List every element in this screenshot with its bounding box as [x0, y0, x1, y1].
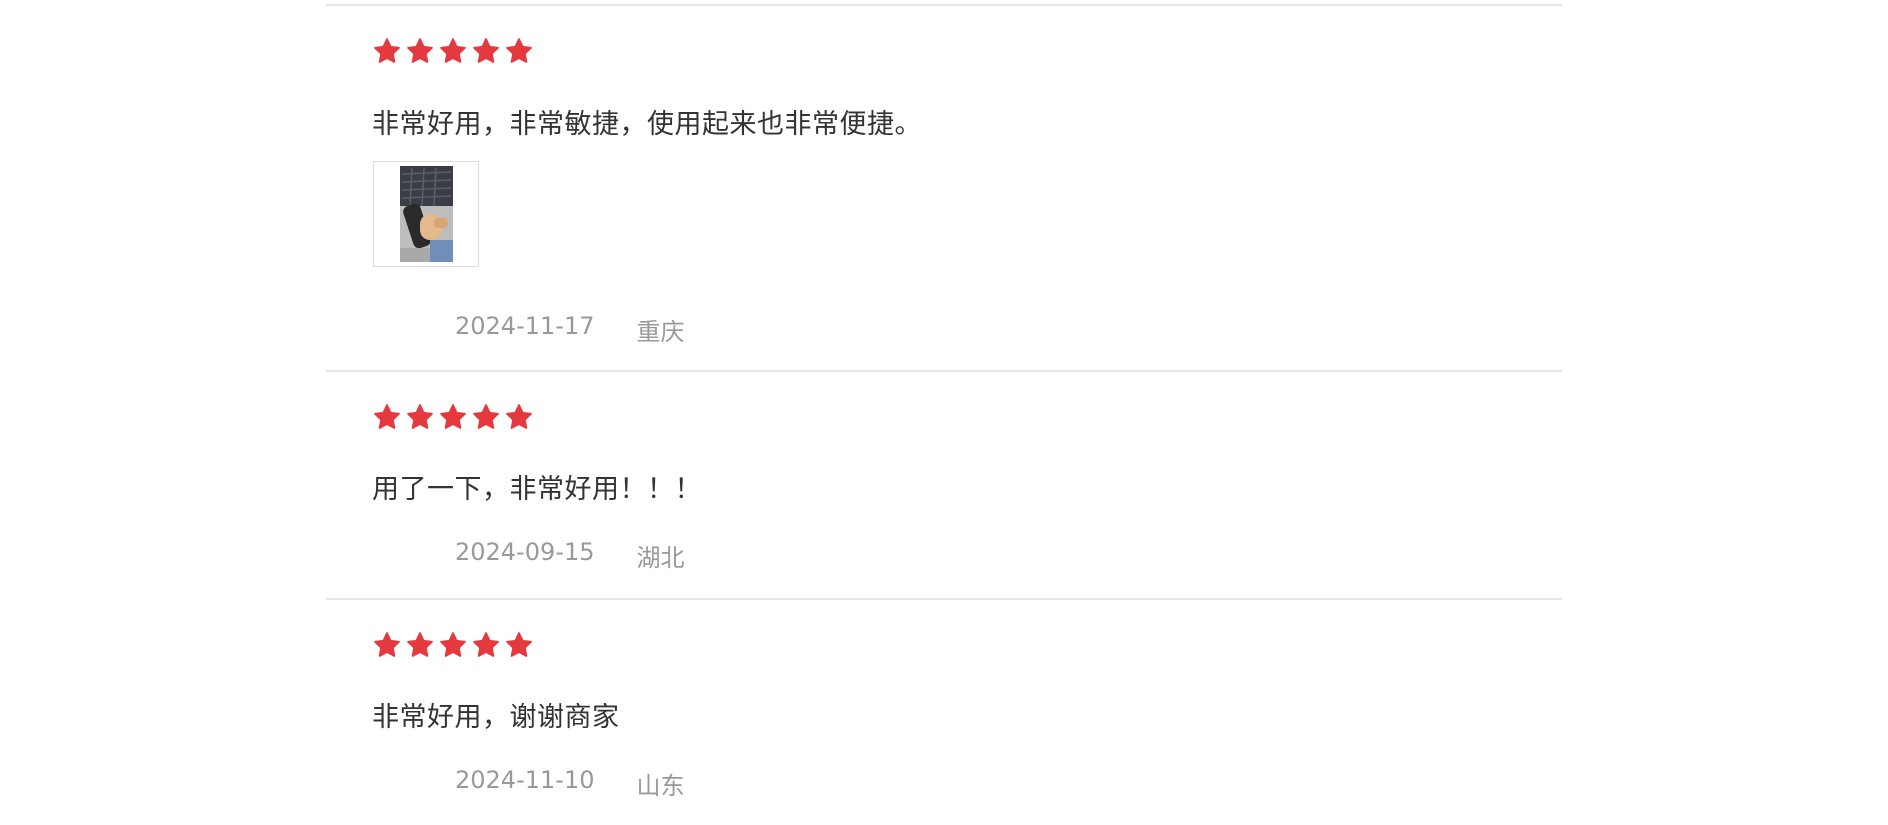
star-icon — [439, 631, 467, 659]
star-icon — [439, 403, 467, 431]
star-icon — [505, 37, 533, 65]
star-icon — [373, 403, 401, 431]
star-icon — [439, 37, 467, 65]
star-icon — [505, 631, 533, 659]
review-text: 用了一下，非常好用！！！ — [372, 474, 702, 505]
star-icon — [373, 37, 401, 65]
star-icon — [406, 37, 434, 65]
star-icon — [406, 403, 434, 431]
star-icon — [472, 403, 500, 431]
star-icon — [373, 631, 401, 659]
review-location: 山东 — [636, 772, 685, 800]
rating-stars — [373, 631, 533, 659]
review-item: 非常好用，谢谢商家 2024-11-10 山东 — [326, 598, 1562, 825]
review-item: 用了一下，非常好用！！！ 2024-09-15 湖北 — [326, 370, 1562, 598]
star-icon — [472, 631, 500, 659]
review-text: 非常好用，非常敏捷，使用起来也非常便捷。 — [372, 109, 922, 140]
review-list: 非常好用，非常敏捷，使用起来也非常便捷。 2024-11-17 重庆 用了一下，… — [326, 0, 1562, 825]
star-icon — [505, 403, 533, 431]
star-icon — [472, 37, 500, 65]
star-icon — [406, 631, 434, 659]
review-date: 2024-11-17 — [455, 312, 595, 340]
review-text: 非常好用，谢谢商家 — [372, 702, 620, 733]
review-location: 重庆 — [636, 318, 685, 346]
review-item: 非常好用，非常敏捷，使用起来也非常便捷。 2024-11-17 重庆 — [326, 4, 1562, 370]
review-location: 湖北 — [636, 544, 685, 572]
review-meta: 2024-09-15 湖北 — [455, 538, 684, 573]
review-date: 2024-11-10 — [455, 766, 595, 794]
review-meta: 2024-11-17 重庆 — [455, 312, 684, 347]
rating-stars — [373, 403, 533, 431]
review-meta: 2024-11-10 山东 — [455, 766, 684, 801]
rating-stars — [373, 37, 533, 65]
review-date: 2024-09-15 — [455, 538, 595, 566]
review-photo-thumbnail[interactable] — [373, 161, 479, 267]
